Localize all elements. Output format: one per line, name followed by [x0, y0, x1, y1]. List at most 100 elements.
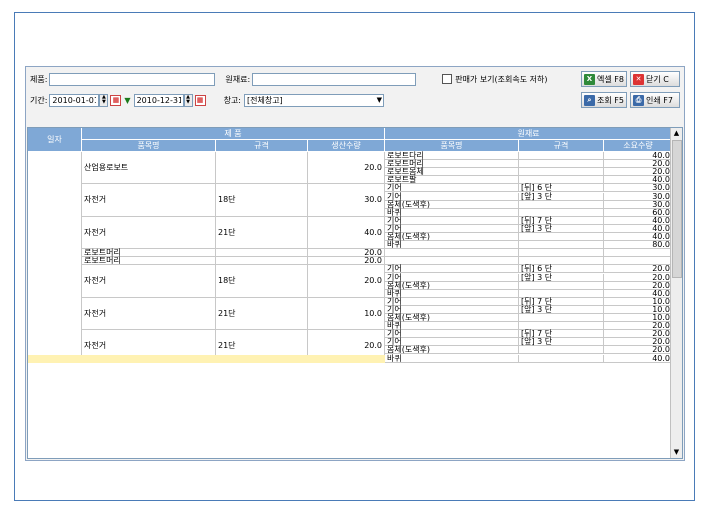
product-spec-cell: 21단: [216, 297, 308, 331]
material-name-cell: [385, 257, 519, 266]
required-qty-cell: 80.0: [604, 241, 673, 250]
material-name-cell: 로보트팔: [385, 176, 519, 185]
material-name-cell: 바퀴: [385, 208, 519, 217]
close-button[interactable]: ✕ 닫기 C: [630, 71, 680, 87]
material-spec-cell: [519, 241, 604, 250]
production-qty-cell: 30.0: [308, 184, 385, 217]
date-to-spinner[interactable]: ▲ ▼: [183, 93, 193, 107]
product-name-cell: 자전거: [82, 265, 216, 298]
product-spec-cell: 18단: [216, 265, 308, 298]
material-name-cell: 기어: [385, 184, 519, 193]
spin-down-icon[interactable]: ▼: [100, 99, 107, 105]
product-spec-cell: 21단: [216, 216, 308, 250]
material-name-cell: 기어: [385, 330, 519, 339]
material-name-cell: [385, 249, 519, 258]
material-name-cell: 몸체(도색후): [385, 313, 519, 323]
col-product-name: 품목명: [82, 140, 216, 152]
material-spec-cell: [519, 152, 604, 161]
material-spec-cell: [519, 233, 604, 242]
material-name-cell: 몸체(도색후): [385, 346, 519, 355]
scroll-down-icon[interactable]: ▼: [671, 447, 682, 458]
product-spec-cell: 18단: [216, 184, 308, 217]
calendar-icon[interactable]: ▦: [110, 94, 122, 106]
material-spec-cell: [519, 281, 604, 290]
material-name-cell: 바퀴: [385, 241, 519, 250]
product-spec-cell: [216, 249, 308, 258]
material-spec-cell: [519, 249, 604, 258]
material-spec-cell: [519, 200, 604, 209]
product-name-cell: 자전거: [82, 184, 216, 217]
print-button[interactable]: ⎙ 인쇄 F7: [630, 92, 680, 108]
production-qty-cell: 40.0: [308, 216, 385, 250]
print-button-label: 인쇄 F7: [646, 95, 673, 105]
material-spec-cell: [앞] 3 단: [519, 338, 604, 347]
material-name-cell: 몸체(도색후): [385, 281, 519, 290]
warehouse-value: [전체창고]: [247, 95, 283, 105]
col-production-qty: 생산수량: [308, 140, 385, 152]
required-qty-cell: 40.0: [604, 354, 673, 363]
material-spec-cell: [앞] 3 단: [519, 192, 604, 201]
material-spec-cell: [519, 346, 604, 355]
scroll-thumb[interactable]: [672, 140, 682, 278]
date-from-input[interactable]: [49, 93, 100, 107]
product-name-cell: 자전거: [82, 297, 216, 331]
material-spec-cell: [519, 168, 604, 177]
dropdown-arrow-icon[interactable]: ▼: [124, 96, 130, 105]
production-qty-cell: 10.0: [308, 297, 385, 331]
production-qty-cell: 20.0: [308, 257, 385, 266]
date-from-spinner[interactable]: ▲ ▼: [99, 93, 109, 107]
product-input[interactable]: [49, 72, 216, 86]
search-icon: ⌕: [584, 94, 595, 106]
production-qty-cell: 20.0: [308, 265, 385, 298]
vertical-scrollbar[interactable]: ▲ ▼: [670, 128, 682, 458]
material-spec-cell: [앞] 3 단: [519, 305, 604, 314]
material-name-cell: 바퀴: [385, 354, 519, 363]
material-spec-cell: [519, 314, 604, 323]
product-spec-cell: [216, 152, 308, 185]
excel-icon: X: [584, 73, 595, 85]
calendar-icon[interactable]: ▦: [194, 94, 206, 106]
report-grid[interactable]: 일자 제 품 원재료 품목명 규격 생산수량 품목명 규격 소요수량 산업용로보…: [27, 127, 683, 459]
material-name-cell: 바퀴: [385, 289, 519, 298]
material-name-cell: 기어: [385, 265, 519, 274]
sales-view-label: 판매가 보기(조회속도 저하): [455, 74, 548, 84]
date-cell: [28, 152, 82, 363]
product-label: 제품:: [30, 74, 48, 84]
report-panel: 제품: 원재료: 판매가 보기(조회속도 저하) X 엑셀 F8 ✕ 닫기 C …: [25, 66, 685, 461]
material-input[interactable]: [252, 72, 417, 86]
col-group-material: 원재료: [385, 128, 673, 140]
required-qty-cell: [604, 249, 673, 258]
material-label: 원재료:: [225, 74, 251, 84]
warehouse-label: 창고:: [223, 95, 241, 105]
material-spec-cell: [앞] 3 단: [519, 273, 604, 282]
col-material-spec: 규격: [519, 140, 604, 152]
material-name-cell: 몸체(도색후): [385, 232, 519, 242]
excel-button[interactable]: X 엑셀 F8: [581, 71, 627, 87]
close-button-label: 닫기 C: [646, 74, 669, 84]
warehouse-select[interactable]: [전체창고] ▼: [244, 93, 384, 107]
material-name-cell: 기어: [385, 216, 519, 225]
excel-button-label: 엑셀 F8: [597, 74, 624, 84]
material-name-cell: 몸체(도색후): [385, 200, 519, 209]
date-to-input[interactable]: [133, 93, 184, 107]
search-button-label: 조회 F5: [597, 95, 624, 105]
printer-icon: ⎙: [633, 94, 644, 106]
selected-row-highlight[interactable]: [28, 354, 385, 363]
filter-row-2: 기간: ▲▼ ▦ ▼ ▲▼ ▦ 창고: [전체창고] ▼: [30, 92, 530, 108]
sales-view-checkbox[interactable]: [442, 74, 453, 84]
period-label: 기간:: [30, 95, 48, 105]
spin-down-icon[interactable]: ▼: [185, 99, 192, 105]
material-name-cell: 기어: [385, 297, 519, 306]
product-name-cell: 로보트머리: [82, 257, 216, 266]
search-button[interactable]: ⌕ 조회 F5: [581, 92, 627, 108]
col-group-product: 제 품: [82, 128, 385, 140]
product-spec-cell: [216, 257, 308, 266]
production-qty-cell: 20.0: [308, 152, 385, 185]
material-name-cell: 바퀴: [385, 322, 519, 331]
col-spec: 규격: [216, 140, 308, 152]
material-spec-cell: [519, 354, 604, 363]
chevron-down-icon[interactable]: ▼: [377, 95, 382, 106]
close-icon: ✕: [633, 73, 644, 85]
product-name-cell: 산업용로보트: [82, 152, 216, 185]
scroll-up-icon[interactable]: ▲: [671, 128, 682, 139]
